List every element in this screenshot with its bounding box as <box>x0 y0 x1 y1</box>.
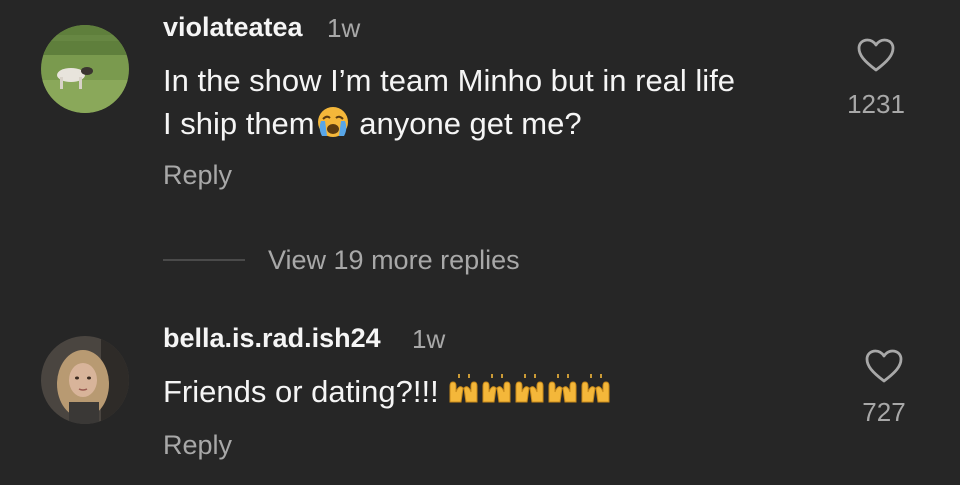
like-count: 1231 <box>847 89 905 119</box>
comment-timestamp: 1w <box>412 324 446 354</box>
crying-face-emoji <box>315 103 351 149</box>
reply-button[interactable]: Reply <box>163 430 232 461</box>
avatar[interactable] <box>41 336 129 424</box>
comment-username[interactable]: violateatea <box>163 12 303 43</box>
comment-text: Friends or dating?!!! <box>163 372 613 416</box>
comment-text-segment: anyone get me? <box>350 106 582 142</box>
replies-divider <box>163 259 245 261</box>
reply-button[interactable]: Reply <box>163 160 232 191</box>
comment-text-segment: I ship them <box>163 106 315 142</box>
view-more-replies-button[interactable]: View 19 more replies <box>268 245 520 276</box>
comment-username[interactable]: bella.is.rad.ish24 <box>163 323 381 354</box>
comment-timestamp: 1w <box>327 13 361 43</box>
like-heart-icon[interactable] <box>864 348 904 384</box>
avatar[interactable] <box>41 25 129 113</box>
comment-text-line-1: In the show I’m team Minho but in real l… <box>163 63 736 98</box>
comment-text-segment: Friends or dating?!!! <box>163 374 448 410</box>
raising-hands-emoji <box>447 372 613 416</box>
like-count: 727 <box>862 397 906 427</box>
like-heart-icon[interactable] <box>856 37 896 73</box>
comment-text-line-2: I ship them anyone get me? <box>163 103 582 149</box>
comments-panel: violateatea 1w In the show I’m team Minh… <box>0 0 960 485</box>
